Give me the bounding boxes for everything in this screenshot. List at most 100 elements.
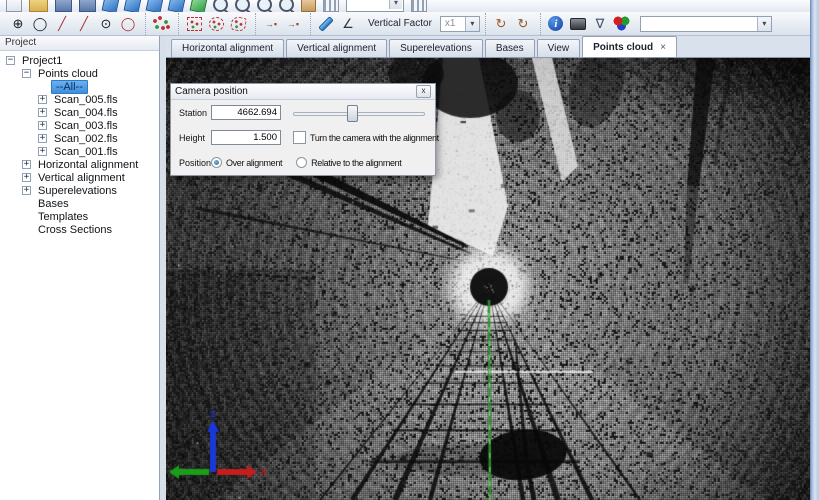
- project-tree: −Project1−Points cloud+--All--+Scan_005.…: [0, 51, 159, 236]
- filter-icon[interactable]: ∇: [589, 14, 611, 34]
- tab-vertical-alignment[interactable]: Vertical alignment: [286, 39, 387, 57]
- tree-item-bases[interactable]: +Bases: [0, 197, 159, 210]
- position-label: Position: [179, 158, 211, 168]
- over-alignment-radio[interactable]: [211, 157, 222, 168]
- toolbar-group: ⊕◯╱╱⊙◯: [3, 13, 143, 35]
- vertical-factor-combo-arrow-icon[interactable]: ▾: [465, 17, 479, 31]
- tab-view[interactable]: View: [537, 39, 581, 57]
- select-points-polygon-icon[interactable]: [227, 14, 249, 34]
- dialog-close-button[interactable]: x: [416, 85, 431, 98]
- tree-item-label[interactable]: Scan_002.fls: [51, 133, 121, 145]
- display-filter-combo[interactable]: ▾: [640, 16, 772, 32]
- tree-item-label[interactable]: Scan_004.fls: [51, 107, 121, 119]
- zoom-window-icon[interactable]: [257, 0, 272, 12]
- tree-item-scan-005-fls[interactable]: + Scan_005.fls: [0, 93, 159, 106]
- tab-label: View: [548, 43, 570, 54]
- tab-label: Superelevations: [400, 43, 472, 54]
- station-input[interactable]: [211, 105, 281, 120]
- rgb-colors-icon[interactable]: [611, 14, 633, 34]
- tree-item-scan-002-fls[interactable]: + Scan_002.fls: [0, 132, 159, 145]
- zoom-in-icon[interactable]: [213, 0, 228, 12]
- tab-label: Horizontal alignment: [182, 43, 273, 54]
- tree-item-scan-004-fls[interactable]: + Scan_004.fls: [0, 106, 159, 119]
- tree-item-label[interactable]: Horizontal alignment: [35, 159, 141, 171]
- scale-combo[interactable]: [346, 0, 404, 12]
- tree-item-templates[interactable]: +Templates: [0, 210, 159, 223]
- tree-item-superelevations[interactable]: + Superelevations: [0, 184, 159, 197]
- turn-camera-checkbox[interactable]: [293, 131, 306, 144]
- save-as-icon[interactable]: [79, 0, 96, 12]
- save-icon[interactable]: [55, 0, 72, 12]
- tab-label: Vertical alignment: [297, 43, 376, 54]
- line-icon[interactable]: ╱: [51, 14, 73, 34]
- relative-alignment-radio[interactable]: [296, 157, 307, 168]
- tree-expander-icon[interactable]: +: [22, 173, 31, 182]
- circle-center-icon[interactable]: ⊙: [95, 14, 117, 34]
- settings-tool-icon[interactable]: [411, 0, 427, 12]
- tree-item-project1[interactable]: −Project1: [0, 54, 159, 67]
- point-crosshair-icon[interactable]: ⊕: [7, 14, 29, 34]
- height-input[interactable]: [211, 130, 281, 145]
- measure-pen-icon[interactable]: [315, 14, 337, 34]
- tree-item-scan-003-fls[interactable]: + Scan_003.fls: [0, 119, 159, 132]
- dialog-titlebar[interactable]: Camera position x: [171, 84, 435, 100]
- toolbar-group: ∇: [540, 13, 637, 35]
- tree-item-label[interactable]: Project1: [19, 55, 65, 67]
- points-cloud-icon[interactable]: [150, 14, 172, 34]
- tab-close-icon[interactable]: ×: [660, 42, 666, 53]
- tree-item-scan-001-fls[interactable]: + Scan_001.fls: [0, 145, 159, 158]
- display-filter-combo-arrow-icon[interactable]: ▾: [757, 17, 771, 31]
- polyline-icon[interactable]: ╱: [73, 14, 95, 34]
- select-points-rectangle-icon[interactable]: [183, 14, 205, 34]
- info-icon[interactable]: [545, 14, 567, 34]
- tree-item-label[interactable]: Scan_005.fls: [51, 94, 121, 106]
- tree-item-label[interactable]: Scan_003.fls: [51, 120, 121, 132]
- application-window: { "toolbar": { "row1_icons": [ {"name":"…: [0, 0, 819, 500]
- position-row: Position Over alignment Relative to the …: [171, 150, 435, 175]
- scan-save-icon[interactable]: ↻: [512, 14, 534, 34]
- station-slider[interactable]: [291, 105, 427, 121]
- tree-item-label[interactable]: Scan_001.fls: [51, 146, 121, 158]
- screen-icon[interactable]: [567, 14, 589, 34]
- tree-expander-icon[interactable]: +: [38, 147, 47, 156]
- zoom-extents-icon[interactable]: [279, 0, 294, 12]
- tab-horizontal-alignment[interactable]: Horizontal alignment: [171, 39, 284, 57]
- open-file-icon[interactable]: [29, 0, 48, 12]
- tree-expander-icon[interactable]: +: [38, 134, 47, 143]
- tree-item-all[interactable]: +--All--: [0, 80, 159, 93]
- tree-item-label[interactable]: Points cloud: [35, 68, 101, 80]
- tree-expander-icon[interactable]: +: [38, 95, 47, 104]
- tree-expander-icon[interactable]: −: [6, 56, 15, 65]
- tree-expander-icon[interactable]: −: [22, 69, 31, 78]
- tree-item-horizontal-alignment[interactable]: + Horizontal alignment: [0, 158, 159, 171]
- tab-bases[interactable]: Bases: [485, 39, 535, 57]
- new-file-icon[interactable]: [6, 0, 22, 12]
- tree-item-label[interactable]: Cross Sections: [35, 224, 115, 236]
- tree-expander-icon[interactable]: +: [22, 186, 31, 195]
- tab-superelevations[interactable]: Superelevations: [389, 39, 483, 57]
- tree-item-points-cloud[interactable]: −Points cloud: [0, 67, 159, 80]
- tree-item-vertical-alignment[interactable]: + Vertical alignment: [0, 171, 159, 184]
- tree-expander-icon[interactable]: +: [22, 160, 31, 169]
- tab-points-cloud[interactable]: Points cloud×: [582, 36, 677, 57]
- select-points-circle-icon[interactable]: [205, 14, 227, 34]
- circle-icon[interactable]: ◯: [29, 14, 51, 34]
- tree-expander-icon[interactable]: +: [38, 121, 47, 130]
- tree-item-cross-sections[interactable]: +Cross Sections: [0, 223, 159, 236]
- scan-rotate-icon[interactable]: ↻: [490, 14, 512, 34]
- tree-item-label[interactable]: Vertical alignment: [35, 172, 128, 184]
- tree-expander-icon[interactable]: +: [38, 108, 47, 117]
- tree-item-label[interactable]: Bases: [35, 198, 72, 210]
- vertical-factor-combo[interactable]: x1▾: [440, 16, 480, 32]
- decimate-points-icon[interactable]: →▪: [260, 14, 282, 34]
- tree-item-label[interactable]: --All--: [51, 80, 88, 94]
- tree-item-label[interactable]: Templates: [35, 211, 91, 223]
- zoom-out-icon[interactable]: [235, 0, 250, 12]
- drawing-mode-icon[interactable]: [323, 0, 339, 12]
- restore-points-icon[interactable]: →▪: [282, 14, 304, 34]
- pan-icon[interactable]: [301, 0, 316, 12]
- station-slider-thumb[interactable]: [347, 105, 358, 122]
- tree-item-label[interactable]: Superelevations: [35, 185, 120, 197]
- perspective-angle-icon[interactable]: ∠: [337, 14, 359, 34]
- ellipse-icon[interactable]: ◯: [117, 14, 139, 34]
